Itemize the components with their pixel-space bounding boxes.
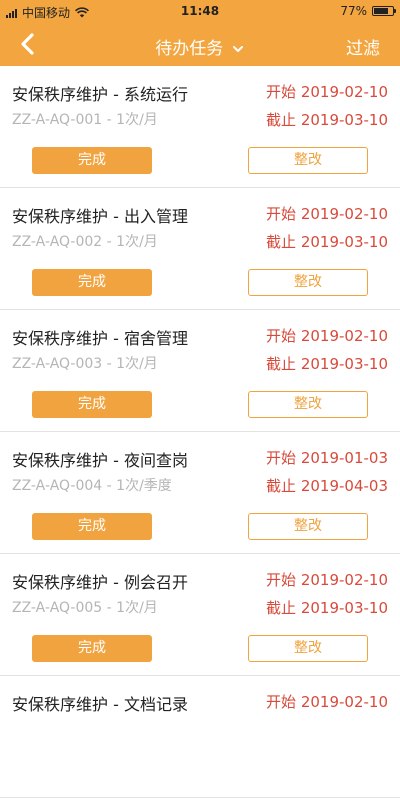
complete-button[interactable]: 完成	[32, 269, 152, 296]
rectify-button[interactable]: 整改	[248, 147, 368, 174]
task-end-date: 截止 2019-04-03	[266, 477, 388, 495]
task-end-date: 截止 2019-03-10	[266, 233, 388, 251]
task-name: 安保秩序维护 - 例会召开	[12, 573, 188, 592]
battery-percent: 77%	[340, 4, 367, 18]
rectify-button[interactable]: 整改	[248, 513, 368, 540]
complete-button[interactable]: 完成	[32, 513, 152, 540]
battery-fill	[374, 8, 388, 14]
task-code: ZZ-A-AQ-003 - 1次/月	[12, 356, 158, 372]
task-start-date: 开始 2019-02-10	[266, 205, 388, 223]
page-title: 待办任务	[155, 39, 224, 59]
task-start-date: 开始 2019-02-10	[266, 571, 388, 589]
task-name: 安保秩序维护 - 文档记录	[12, 695, 188, 714]
complete-button[interactable]: 完成	[32, 635, 152, 662]
rectify-button[interactable]: 整改	[248, 635, 368, 662]
task-start-date: 开始 2019-02-10	[266, 327, 388, 345]
status-right: 77%	[340, 4, 396, 18]
task-name: 安保秩序维护 - 宿舍管理	[12, 329, 188, 348]
status-bar: 中国移动 11:48 77%	[0, 0, 400, 22]
task-item[interactable]: 安保秩序维护 - 夜间查岗 ZZ-A-AQ-004 - 1次/季度 开始 201…	[0, 432, 400, 554]
task-code: ZZ-A-AQ-002 - 1次/月	[12, 234, 158, 250]
task-code: ZZ-A-AQ-004 - 1次/季度	[12, 478, 172, 494]
navbar: 待办任务 过滤	[0, 22, 400, 66]
complete-button[interactable]: 完成	[32, 147, 152, 174]
task-item[interactable]: 安保秩序维护 - 系统运行 ZZ-A-AQ-001 - 1次/月 开始 2019…	[0, 66, 400, 188]
chevron-down-icon	[232, 46, 243, 52]
task-item[interactable]: 安保秩序维护 - 宿舍管理 ZZ-A-AQ-003 - 1次/月 开始 2019…	[0, 310, 400, 432]
task-end-date: 截止 2019-03-10	[266, 111, 388, 129]
complete-button[interactable]: 完成	[32, 391, 152, 418]
task-item[interactable]: 安保秩序维护 - 出入管理 ZZ-A-AQ-002 - 1次/月 开始 2019…	[0, 188, 400, 310]
task-end-date: 截止 2019-03-10	[266, 599, 388, 617]
task-start-date: 开始 2019-02-10	[266, 693, 388, 711]
task-code: ZZ-A-AQ-005 - 1次/月	[12, 600, 158, 616]
task-list: 安保秩序维护 - 系统运行 ZZ-A-AQ-001 - 1次/月 开始 2019…	[0, 66, 400, 798]
task-code: ZZ-A-AQ-001 - 1次/月	[12, 112, 158, 128]
task-name: 安保秩序维护 - 系统运行	[12, 85, 188, 104]
page-title-dropdown[interactable]: 待办任务	[0, 34, 400, 59]
filter-button[interactable]: 过滤	[346, 34, 380, 59]
task-item[interactable]: 安保秩序维护 - 例会召开 ZZ-A-AQ-005 - 1次/月 开始 2019…	[0, 554, 400, 676]
task-item[interactable]: 安保秩序维护 - 文档记录 开始 2019-02-10	[0, 676, 400, 798]
task-start-date: 开始 2019-02-10	[266, 83, 388, 101]
task-start-date: 开始 2019-01-03	[266, 449, 388, 467]
task-end-date: 截止 2019-03-10	[266, 355, 388, 373]
task-name: 安保秩序维护 - 夜间查岗	[12, 451, 188, 470]
battery-icon	[372, 6, 396, 16]
task-name: 安保秩序维护 - 出入管理	[12, 207, 188, 226]
rectify-button[interactable]: 整改	[248, 391, 368, 418]
rectify-button[interactable]: 整改	[248, 269, 368, 296]
